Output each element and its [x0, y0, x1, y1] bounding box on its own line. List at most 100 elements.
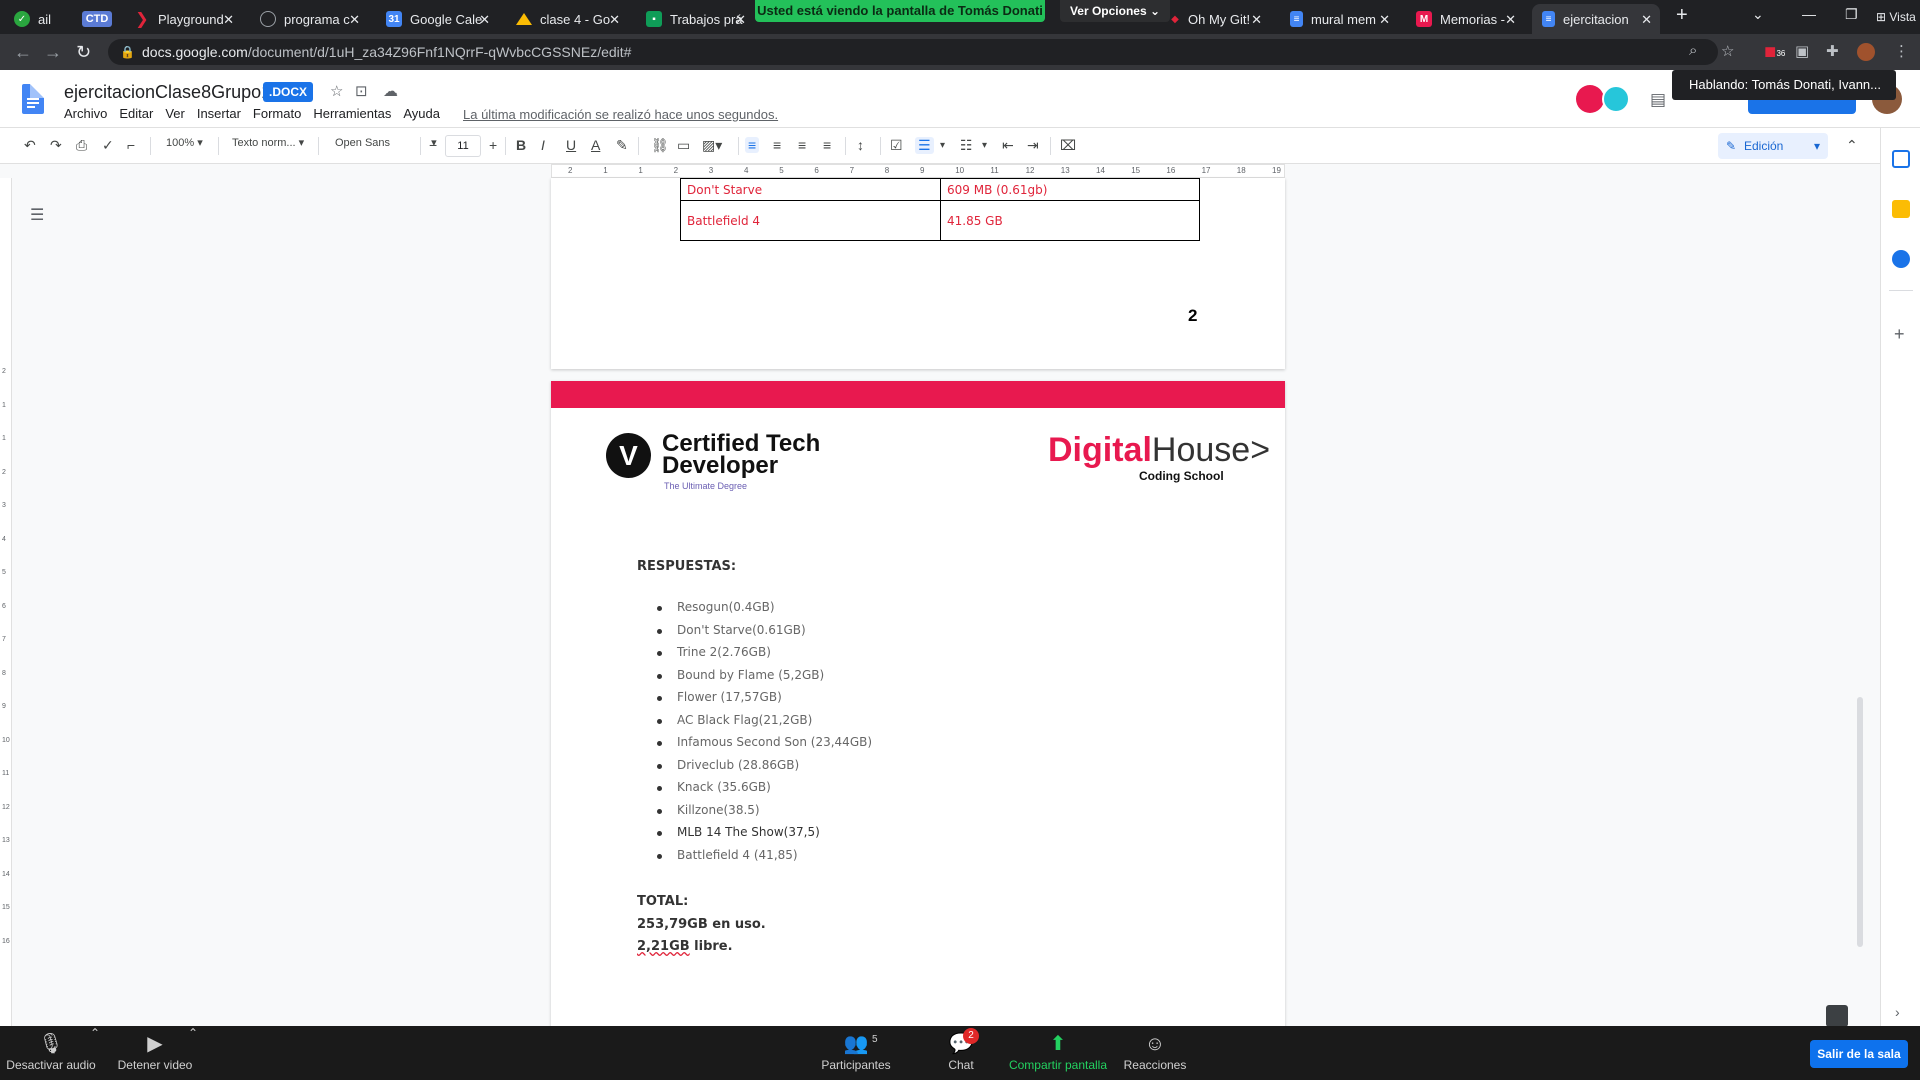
list-item[interactable]: Trine 2(2.76GB) — [656, 645, 872, 668]
highlight-icon[interactable]: ✎ — [616, 137, 628, 154]
print-icon[interactable]: ⎙ — [76, 137, 87, 154]
minimize-icon[interactable]: — — [1802, 6, 1816, 22]
chevron-down-icon[interactable]: ▾ — [940, 140, 945, 151]
zoom-select[interactable]: 100% ▾ — [166, 136, 203, 149]
list-item[interactable]: Flower (17,57GB) — [656, 690, 872, 713]
list-item[interactable]: Bound by Flame (5,2GB) — [656, 668, 872, 691]
profile-avatar[interactable] — [1857, 43, 1875, 61]
menu-formato[interactable]: Formato — [253, 106, 301, 121]
url-input[interactable]: 🔒 docs.google.com/document/d/1uH_za34Z96… — [108, 39, 1718, 65]
close-tab-icon[interactable]: ✕ — [349, 12, 360, 28]
tab-gmail[interactable]: ✓ ail — [4, 4, 54, 34]
font-select[interactable]: Open Sans ▾ — [335, 136, 437, 149]
collaborator-avatar[interactable] — [1602, 85, 1630, 113]
align-center-icon[interactable]: ≡ — [773, 137, 781, 153]
editing-mode-select[interactable]: ✎ Edición ▾ — [1718, 133, 1828, 159]
clear-formatting-icon[interactable]: ⌧ — [1060, 137, 1076, 154]
move-folder-icon[interactable]: ⊡ — [355, 82, 368, 100]
menu-ayuda[interactable]: Ayuda — [403, 106, 440, 121]
in-use-total[interactable]: 253,79GB en uso. — [637, 917, 766, 932]
total-heading[interactable]: TOTAL: — [637, 894, 688, 909]
menu-insertar[interactable]: Insertar — [197, 106, 241, 121]
close-tab-icon[interactable]: ✕ — [1641, 12, 1652, 28]
list-item[interactable]: Killzone(38.5) — [656, 803, 872, 826]
tab-programa[interactable]: programa c ✕ — [250, 4, 368, 34]
tab-ejercitacion[interactable]: ≡ ejercitacion ✕ — [1532, 4, 1660, 34]
bulleted-list-icon[interactable]: ☰ — [915, 137, 934, 154]
collapse-menus-icon[interactable]: ⌃ — [1846, 137, 1858, 154]
chevron-right-icon[interactable]: › — [1895, 1004, 1900, 1020]
table-cell[interactable]: 41.85 GB — [940, 200, 1200, 241]
close-tab-icon[interactable]: ✕ — [609, 12, 620, 28]
redo-icon[interactable]: ↷ — [50, 137, 62, 154]
free-space-total[interactable]: 2,21GB libre. — [637, 939, 733, 954]
table-cell[interactable]: Battlefield 4 — [680, 200, 941, 241]
explore-button[interactable] — [1826, 1005, 1848, 1027]
kebab-menu-icon[interactable]: ⋮ — [1894, 42, 1909, 60]
close-tab-icon[interactable]: ✕ — [223, 12, 234, 28]
reactions-button[interactable]: ☺ Reacciones — [1122, 1026, 1188, 1080]
list-item[interactable]: Infamous Second Son (23,44GB) — [656, 735, 872, 758]
menu-ver[interactable]: Ver — [165, 106, 185, 121]
list-item[interactable]: Resogun(0.4GB) — [656, 600, 872, 623]
decrease-indent-icon[interactable]: ⇤ — [1002, 137, 1014, 154]
add-addon-icon[interactable]: + — [1894, 324, 1905, 345]
document-scrollbar[interactable] — [1857, 697, 1863, 947]
italic-icon[interactable]: I — [541, 137, 545, 153]
close-tab-icon[interactable]: ✕ — [1505, 12, 1516, 28]
tab-memorias[interactable]: M Memorias - ✕ — [1406, 4, 1524, 34]
tab-search-icon[interactable]: ⌄ — [1752, 6, 1764, 23]
table-cell[interactable]: Don't Starve — [680, 178, 941, 201]
close-tab-icon[interactable]: ✕ — [479, 12, 490, 28]
forward-icon[interactable]: → — [44, 42, 62, 63]
reload-icon[interactable]: ↻ — [76, 42, 91, 63]
tab-oh-my-git[interactable]: ◆ Oh My Git! ✕ — [1160, 4, 1270, 34]
collaborator-avatar[interactable] — [1576, 85, 1604, 113]
increase-font-size-icon[interactable]: + — [489, 137, 497, 153]
keep-icon[interactable] — [1892, 200, 1910, 218]
chevron-up-icon[interactable]: ⌃ — [90, 1026, 100, 1080]
leave-room-button[interactable]: Salir de la sala — [1810, 1040, 1908, 1068]
list-item[interactable]: Battlefield 4 (41,85) — [656, 848, 872, 871]
share-screen-button[interactable]: ⬆ Compartir pantalla — [1004, 1026, 1112, 1080]
increase-indent-icon[interactable]: ⇥ — [1027, 137, 1039, 154]
docs-logo-icon[interactable] — [22, 84, 44, 114]
zoom-icon[interactable]: ⌕ — [1689, 42, 1697, 59]
style-select[interactable]: Texto norm... ▾ — [232, 136, 304, 149]
extension-icon[interactable]: ▣ — [1795, 42, 1809, 60]
tab-playground[interactable]: ❯ Playground ✕ — [124, 4, 242, 34]
back-icon[interactable]: ← — [14, 42, 32, 63]
calendar-icon[interactable] — [1892, 150, 1910, 168]
undo-icon[interactable]: ↶ — [24, 137, 36, 154]
menu-archivo[interactable]: Archivo — [64, 106, 107, 121]
numbered-list-icon[interactable]: ☷ — [960, 137, 973, 154]
tab-drive[interactable]: clase 4 - Go ✕ — [506, 4, 628, 34]
extension-icon[interactable]: ◼36 — [1764, 42, 1785, 60]
restore-icon[interactable]: ❐ — [1845, 6, 1858, 23]
align-right-icon[interactable]: ≡ — [798, 137, 806, 153]
stop-video-button[interactable]: ▶ Detener video — [114, 1026, 196, 1080]
view-options-button[interactable]: Ver Opciones ⌄ — [1060, 0, 1170, 22]
spellcheck-icon[interactable]: ✓ — [102, 137, 114, 154]
tab-mural[interactable]: ≡ mural mem ✕ — [1280, 4, 1398, 34]
tab-google-calendar[interactable]: 31 Google Cale ✕ — [376, 4, 498, 34]
document-title[interactable]: ejercitacionClase8Grupo1 — [64, 82, 271, 103]
cloud-icon[interactable]: ☁ — [383, 82, 398, 100]
tab-ctd[interactable]: CTD — [72, 4, 122, 34]
font-size-input[interactable]: 11 — [445, 135, 481, 157]
decrease-font-size-icon[interactable]: − — [429, 137, 437, 153]
align-left-icon[interactable]: ≡ — [745, 137, 760, 153]
star-icon[interactable]: ☆ — [330, 82, 343, 100]
last-edit-link[interactable]: La última modificación se realizó hace u… — [463, 107, 778, 122]
menu-herramientas[interactable]: Herramientas — [313, 106, 391, 121]
mute-audio-button[interactable]: 🎙 Desactivar audio — [6, 1026, 96, 1080]
list-item[interactable]: MLB 14 The Show(37,5) — [656, 825, 872, 848]
comment-history-icon[interactable]: ▤ — [1650, 90, 1666, 110]
comment-icon[interactable]: ▭ — [677, 137, 690, 154]
document-outline-icon[interactable]: ☰ — [30, 205, 44, 225]
list-item[interactable]: Knack (35.6GB) — [656, 780, 872, 803]
menu-editar[interactable]: Editar — [119, 106, 153, 121]
chevron-up-icon[interactable]: ⌃ — [188, 1026, 198, 1080]
list-item[interactable]: Don't Starve(0.61GB) — [656, 623, 872, 646]
list-item[interactable]: AC Black Flag(21,2GB) — [656, 713, 872, 736]
